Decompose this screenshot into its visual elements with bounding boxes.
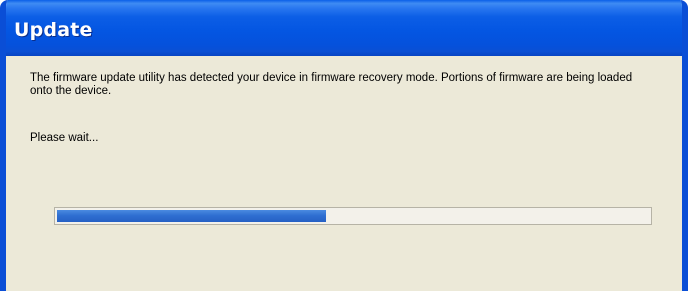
title-bar[interactable]: Update [6, 0, 682, 56]
status-text: Please wait... [30, 132, 99, 144]
progress-bar [54, 207, 652, 225]
firmware-message: The firmware update utility has detected… [30, 72, 633, 97]
window-title: Update [14, 19, 93, 41]
progress-bar-fill [57, 210, 327, 222]
dialog-content: The firmware update utility has detected… [6, 56, 682, 291]
update-window: Update The firmware update utility has d… [0, 0, 688, 291]
